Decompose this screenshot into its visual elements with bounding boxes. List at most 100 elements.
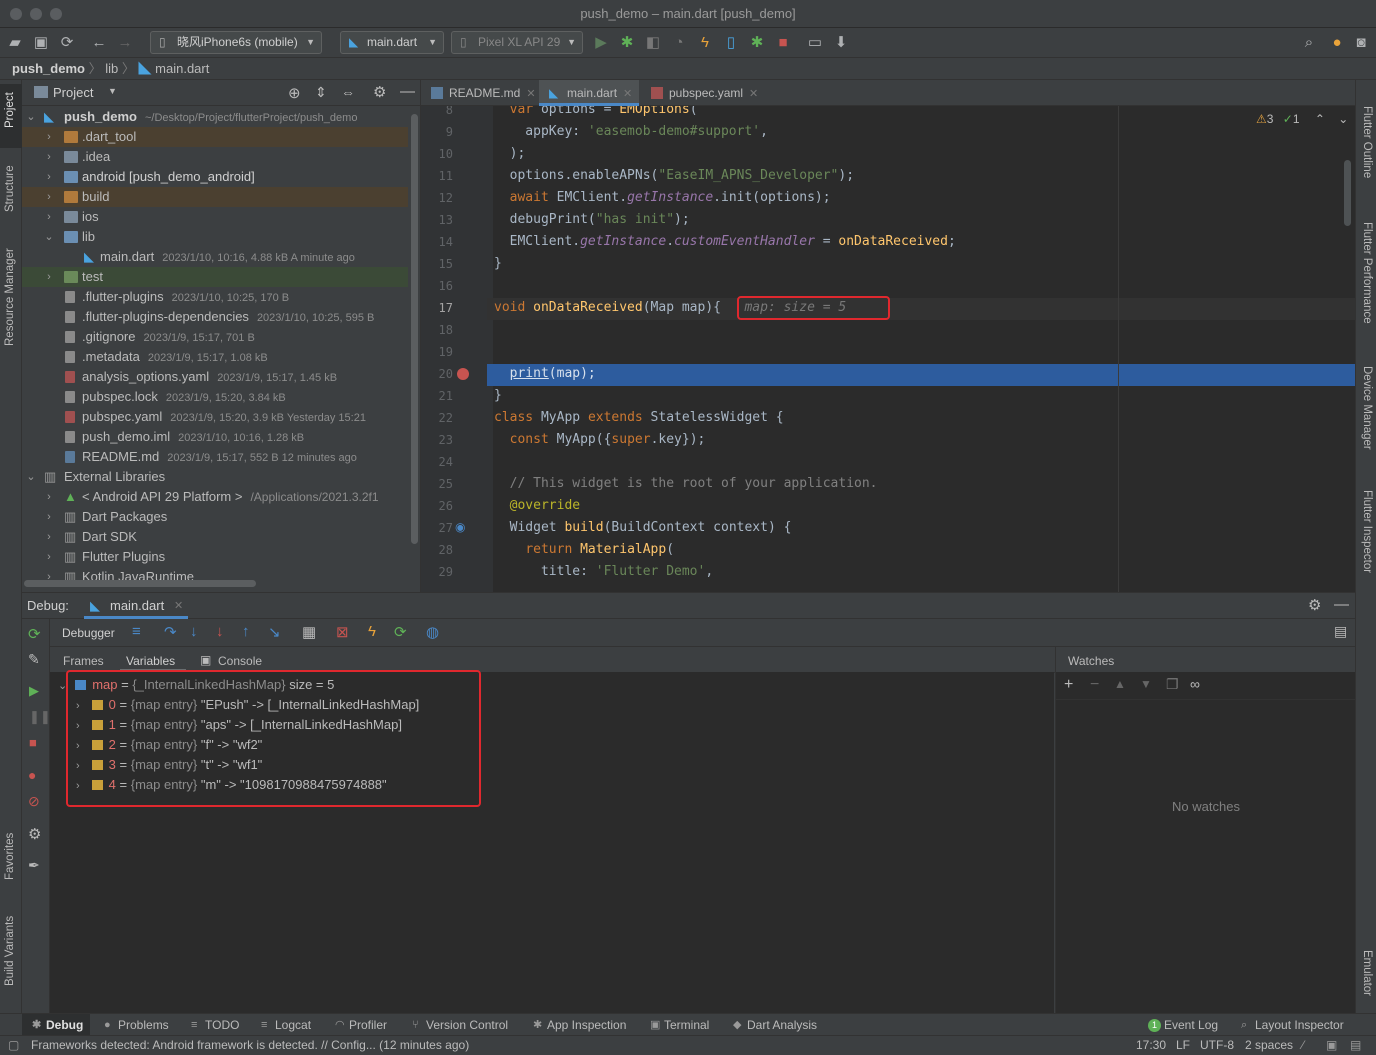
tree-item-dart-tool[interactable]: › .dart_tool	[22, 127, 408, 147]
tree-item-metadata[interactable]: .metadata 2023/1/9, 15:17, 1.08 kB	[22, 347, 408, 367]
hot-restart-icon[interactable]: ▯	[722, 34, 740, 52]
emulator-tool-button[interactable]: Emulator	[1361, 950, 1373, 996]
tab-main-dart[interactable]: ◣ main.dart ✕	[539, 80, 639, 106]
tree-item-ios[interactable]: › ios	[22, 207, 408, 227]
tree-item-pubspec-lock[interactable]: pubspec.lock 2023/1/9, 15:20, 3.84 kB	[22, 387, 408, 407]
caret-position[interactable]: 17:30	[1136, 1036, 1166, 1055]
hide-panel-icon[interactable]: —	[1334, 596, 1349, 613]
chevron-down-icon[interactable]: ⌄	[1338, 112, 1348, 126]
tree-item-lib[interactable]: ⌄ lib	[22, 227, 408, 247]
layout-icon[interactable]: ▤	[1334, 623, 1347, 640]
sdk-manager-icon[interactable]: ⬇	[832, 34, 850, 52]
hide-panel-icon[interactable]: —	[400, 83, 415, 100]
tab-console[interactable]: Console	[218, 654, 262, 668]
tool-tab-app-inspection[interactable]: ✱ App Inspection	[531, 1014, 626, 1036]
rerun-icon[interactable]: ⟳	[28, 625, 41, 643]
tree-item-pubspec-yaml[interactable]: pubspec.yaml 2023/1/9, 15:20, 3.9 kB Yest…	[22, 407, 408, 427]
editor-scrollbar[interactable]	[1344, 160, 1351, 226]
drop-frame-icon[interactable]: ⊠	[336, 623, 349, 641]
gear-icon[interactable]: ⚙	[28, 825, 41, 843]
device-manager-tool-button[interactable]: Device Manager	[1361, 366, 1373, 450]
structure-tool-button[interactable]: Structure	[4, 165, 16, 212]
breadcrumb-folder[interactable]: lib	[105, 61, 118, 76]
flutter-inspector-tool-button[interactable]: Flutter Inspector	[1361, 490, 1373, 573]
tree-item-build[interactable]: › build	[22, 187, 408, 207]
close-icon[interactable]: ✕	[174, 599, 183, 612]
close-icon[interactable]: ✕	[526, 88, 535, 100]
expand-all-icon[interactable]: ⇕	[315, 84, 327, 101]
open-folder-icon[interactable]: ▰	[6, 34, 24, 52]
tree-item-test[interactable]: › test	[22, 267, 408, 287]
indent-setting[interactable]: 2 spaces	[1245, 1036, 1293, 1055]
devtools-icon[interactable]: ◍	[426, 623, 439, 641]
tree-item-iml[interactable]: push_demo.iml 2023/1/10, 10:16, 1.28 kB	[22, 427, 408, 447]
tool-tab-debug[interactable]: ✱ Debug	[30, 1014, 83, 1036]
run-to-cursor-icon[interactable]: ↘	[268, 623, 281, 641]
flutter-performance-tool-button[interactable]: Flutter Performance	[1361, 222, 1373, 324]
line-separator[interactable]: LF	[1176, 1036, 1190, 1055]
remove-watch-icon[interactable]: −	[1090, 676, 1099, 694]
step-over-icon[interactable]: ↷	[164, 623, 177, 641]
tool-tab-profiler[interactable]: ◠ Profiler	[333, 1014, 387, 1036]
force-step-into-icon[interactable]: ↓	[216, 623, 224, 640]
status-message[interactable]: Frameworks detected: Android framework i…	[31, 1036, 469, 1055]
copy-icon[interactable]: ❐	[1166, 676, 1179, 693]
tool-tab-dart-analysis[interactable]: ◆ Dart Analysis	[731, 1014, 817, 1036]
tree-item-flutter-plugins-dependencies[interactable]: .flutter-plugins-dependencies 2023/1/10, …	[22, 307, 408, 327]
code-area[interactable]: 8 9 10 11 12 13 14 15 16 17 18 19 20 21 22 23 24 25 26 27 28…	[421, 106, 1355, 592]
tab-pubspec[interactable]: pubspec.yaml ✕	[641, 80, 761, 106]
collapse-all-icon[interactable]: ⇔	[341, 84, 355, 100]
project-tool-button[interactable]: Project	[4, 92, 16, 128]
read-only-icon[interactable]: ⁄	[1302, 1036, 1304, 1055]
lock-icon[interactable]: ▣	[1326, 1036, 1337, 1055]
tree-item-flutter-plugins[interactable]: .flutter-plugins 2023/1/10, 10:25, 170 B	[22, 287, 408, 307]
memory-icon[interactable]: ▤	[1350, 1036, 1361, 1055]
glasses-icon[interactable]: ∞	[1190, 676, 1200, 692]
chevron-down-icon[interactable]: ▼	[108, 86, 117, 96]
update-icon[interactable]: ●	[1328, 34, 1346, 52]
emulator-selector[interactable]: ▯ Pixel XL API 29 ▼	[451, 31, 583, 54]
gear-icon[interactable]: ⚙	[1308, 596, 1321, 614]
tool-tab-version-control[interactable]: ⑂ Version Control	[410, 1014, 508, 1036]
show-execution-point-icon[interactable]: ≡	[132, 623, 141, 640]
vertical-scrollbar[interactable]	[411, 114, 418, 544]
run-icon[interactable]: ▶	[593, 34, 609, 52]
close-icon[interactable]: ✕	[623, 88, 632, 100]
save-icon[interactable]: ▣	[32, 34, 50, 52]
sync-icon[interactable]: ⟳	[58, 34, 76, 52]
stop-icon[interactable]: ■	[29, 735, 37, 750]
tree-item-android-api[interactable]: › ▲ < Android API 29 Platform > /Applicat…	[22, 487, 408, 507]
resume-icon[interactable]: ▶	[29, 683, 39, 699]
tree-item-kotlin[interactable]: › ▥ Kotlin JavaRuntime	[22, 567, 408, 581]
tool-tab-logcat[interactable]: ≡ Logcat	[259, 1014, 311, 1036]
tab-variables[interactable]: Variables	[126, 654, 175, 668]
step-out-icon[interactable]: ↑	[242, 623, 250, 640]
inspection-widget[interactable]: ⚠3 ✓1 ⌃ ⌄	[1256, 112, 1348, 126]
breadcrumb-file[interactable]: main.dart	[155, 61, 209, 76]
pin-icon[interactable]: ✒	[28, 857, 40, 874]
profile-icon[interactable]: ◔	[670, 34, 688, 52]
locate-icon[interactable]: ⊕	[288, 84, 301, 102]
tool-tab-todo[interactable]: ≡ TODO	[189, 1014, 239, 1036]
favorites-tool-button[interactable]: Favorites	[4, 833, 16, 880]
resource-manager-tool-button[interactable]: Resource Manager	[4, 248, 16, 346]
device-manager-icon[interactable]: ▭	[806, 34, 824, 52]
tool-tab-terminal[interactable]: ▣ Terminal	[648, 1014, 709, 1036]
hot-reload-icon[interactable]: ϟ	[696, 34, 714, 52]
tree-item-android[interactable]: › android [push_demo_android]	[22, 167, 408, 187]
attach-debugger-icon[interactable]: ✱	[748, 34, 766, 52]
chevron-up-icon[interactable]: ⌃	[1315, 112, 1325, 126]
step-into-icon[interactable]: ↓	[190, 623, 198, 640]
tree-item-flutter-plugins-lib[interactable]: › ▥ Flutter Plugins	[22, 547, 408, 567]
breadcrumb-project[interactable]: push_demo	[12, 61, 85, 76]
tree-item-dart-packages[interactable]: › ▥ Dart Packages	[22, 507, 408, 527]
debugger-tab[interactable]: Debugger	[62, 626, 115, 640]
move-down-icon[interactable]: ▼	[1140, 677, 1152, 691]
hot-reload-icon[interactable]: ϟ	[368, 623, 376, 640]
toggle-tool-windows-icon[interactable]: ▢	[8, 1036, 19, 1055]
search-icon[interactable]: ⌕	[1300, 34, 1318, 52]
horizontal-scrollbar[interactable]	[24, 580, 256, 587]
flutter-outline-tool-button[interactable]: Flutter Outline	[1361, 106, 1373, 178]
close-icon[interactable]: ✕	[749, 88, 758, 100]
back-icon[interactable]: ←	[90, 34, 108, 52]
